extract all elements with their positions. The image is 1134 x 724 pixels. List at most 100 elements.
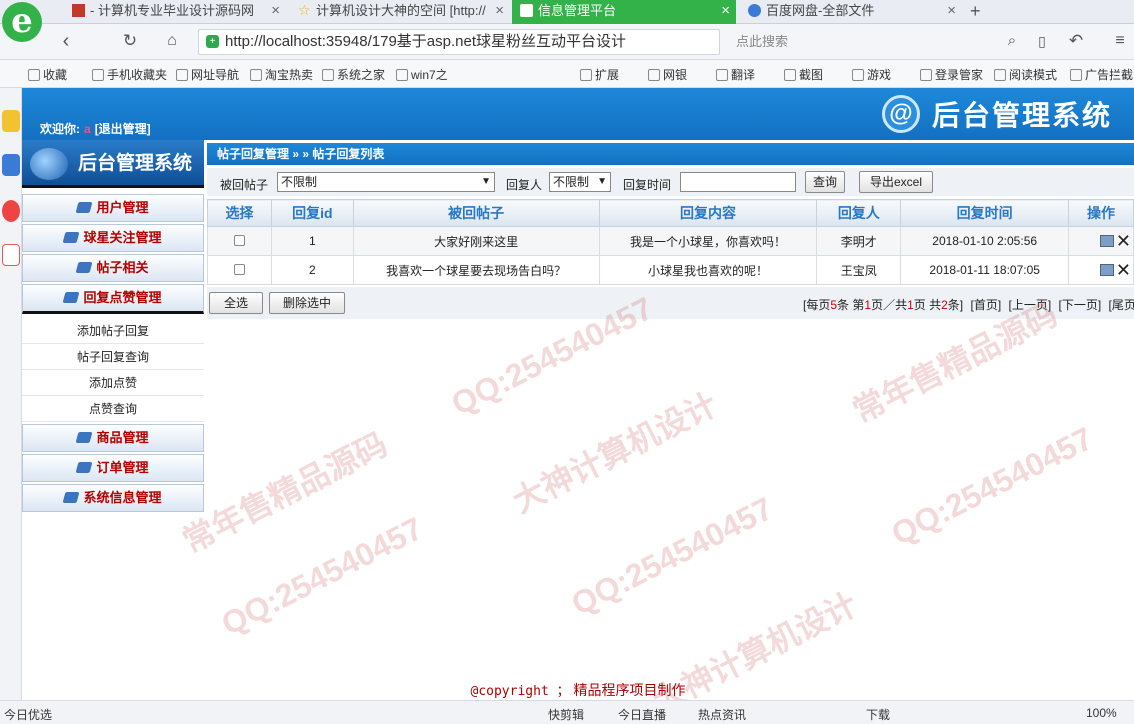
- submenu-like-query[interactable]: 点赞查询: [22, 396, 204, 422]
- menu-orders[interactable]: 订单管理: [22, 454, 204, 482]
- list-icon[interactable]: [2, 154, 20, 176]
- status-live[interactable]: 今日直播: [618, 706, 666, 723]
- undo-icon[interactable]: ↶: [1064, 30, 1088, 54]
- bookmark-xtzj[interactable]: 系统之家: [322, 66, 385, 83]
- tab-3-active[interactable]: 信息管理平台 ×: [512, 0, 736, 24]
- url-input[interactable]: + http://localhost:35948/179基于asp.net球星粉…: [198, 29, 720, 55]
- status-news[interactable]: 热点资讯: [698, 706, 746, 723]
- weibo-icon[interactable]: [2, 200, 20, 222]
- sidebar-brand: 后台管理系统: [22, 140, 204, 188]
- refresh-icon[interactable]: ↻: [118, 30, 142, 54]
- new-tab-button[interactable]: +: [970, 0, 981, 22]
- at-logo-icon: @: [881, 95, 920, 133]
- translate-icon: [716, 69, 728, 81]
- star-icon[interactable]: [2, 110, 20, 132]
- status-download[interactable]: 下载: [866, 706, 890, 723]
- close-icon[interactable]: ×: [947, 0, 956, 22]
- search-icon[interactable]: ⌕: [1000, 30, 1024, 54]
- cell-id: 2: [270, 255, 354, 285]
- delete-selected-button[interactable]: 删除选中: [269, 292, 345, 314]
- submenu-reply-query[interactable]: 帖子回复查询: [22, 344, 204, 370]
- chevron-down-icon: ▼: [597, 176, 607, 187]
- extensions-button[interactable]: 扩展: [580, 66, 619, 83]
- bookmark-favorites[interactable]: 收藏: [28, 66, 67, 83]
- row-select-cell: [207, 226, 272, 256]
- cell-time: 2018-01-10 2:05:56: [900, 226, 1070, 256]
- row-checkbox[interactable]: [233, 264, 245, 275]
- filter-bar: 被回帖子 不限制 ▼ 回复人 不限制 ▼ 回复时间 查询 导出excel: [207, 168, 1134, 196]
- tab-4[interactable]: 百度网盘-全部文件 ×: [740, 0, 962, 24]
- menu-user-management[interactable]: 用户管理: [22, 194, 204, 222]
- cell-id: 1: [270, 226, 354, 256]
- select-all-button[interactable]: 全选: [209, 292, 263, 314]
- row-checkbox[interactable]: [233, 235, 245, 246]
- tab-2[interactable]: ☆ 计算机设计大神的空间 [http:// ×: [290, 0, 510, 24]
- screenshot-button[interactable]: 截图: [784, 66, 823, 83]
- adblock-button[interactable]: 广告拦截: [1070, 66, 1133, 83]
- next-page-link[interactable]: [下一页]: [1059, 298, 1102, 312]
- menu-icon[interactable]: ≡: [1108, 30, 1132, 54]
- post-filter-select[interactable]: 不限制 ▼: [277, 172, 495, 192]
- last-page-link[interactable]: [尾页]: [1109, 298, 1134, 312]
- url-text: http://localhost:35948/179基于asp.net球星粉丝互…: [225, 33, 627, 50]
- edit-icon[interactable]: [1099, 235, 1114, 247]
- status-quick-clip[interactable]: 快剪辑: [548, 706, 584, 723]
- tab-label: - 计算机专业毕业设计源码网: [90, 3, 254, 18]
- edit-icon[interactable]: [1099, 264, 1114, 276]
- mail-icon[interactable]: [2, 244, 20, 266]
- bookmark-nav[interactable]: 网址导航: [176, 66, 239, 83]
- translate-button[interactable]: 翻译: [716, 66, 755, 83]
- zoom-level[interactable]: 100%: [1086, 706, 1117, 720]
- close-icon[interactable]: ×: [721, 0, 730, 22]
- logout-link[interactable]: [退出管理]: [95, 122, 151, 136]
- address-bar: ‹ ↻ ⌂ + http://localhost:35948/179基于asp.…: [0, 24, 1134, 60]
- delete-icon[interactable]: ✕: [1116, 232, 1131, 250]
- menu-star-follow[interactable]: 球星关注管理: [22, 224, 204, 252]
- search-input[interactable]: 点此搜索: [728, 29, 1028, 55]
- scissors-icon: [784, 69, 796, 81]
- bookmark-win7[interactable]: win7之: [396, 66, 448, 83]
- export-excel-button[interactable]: 导出excel: [859, 171, 933, 193]
- page-icon: [396, 69, 408, 81]
- menu-posts[interactable]: 帖子相关: [22, 254, 204, 282]
- prev-page-link[interactable]: [上一页]: [1009, 298, 1052, 312]
- watermark-text: QQ:254540457: [565, 489, 779, 623]
- bank-button[interactable]: 网银: [648, 66, 687, 83]
- device-icon[interactable]: ▯: [1030, 30, 1054, 54]
- submenu-add-like[interactable]: 添加点赞: [22, 370, 204, 396]
- bookmark-taobao[interactable]: 淘宝热卖: [250, 66, 313, 83]
- gamepad-icon: [852, 69, 864, 81]
- menu-icon: [76, 202, 93, 213]
- web-page: 欢迎你: a [退出管理] @ 后台管理系统 后台管理系统 用户管理 球星关注管理 …: [22, 88, 1134, 700]
- delete-icon[interactable]: ✕: [1116, 261, 1131, 279]
- query-button[interactable]: 查询: [805, 171, 845, 193]
- home-icon[interactable]: ⌂: [160, 30, 184, 54]
- menu-reply-like[interactable]: 回复点赞管理: [22, 284, 204, 314]
- welcome-text: 欢迎你: a [退出管理]: [40, 122, 151, 136]
- status-bar: 今日优选 快剪辑 今日直播 热点资讯 下载 100%: [0, 700, 1134, 724]
- submenu-add-reply[interactable]: 添加帖子回复: [22, 318, 204, 344]
- cell-user: 王宝凤: [816, 255, 902, 285]
- close-icon[interactable]: ×: [271, 0, 280, 22]
- close-icon[interactable]: ×: [495, 0, 504, 22]
- replier-filter-select[interactable]: 不限制 ▼: [549, 172, 611, 192]
- reading-mode-button[interactable]: 阅读模式: [994, 66, 1057, 83]
- games-button[interactable]: 游戏: [852, 66, 891, 83]
- time-filter-input[interactable]: [680, 172, 796, 192]
- first-page-link[interactable]: [首页]: [970, 298, 1001, 312]
- page-icon: [250, 69, 262, 81]
- time-filter-label: 回复时间: [623, 178, 672, 192]
- menu-icon: [63, 492, 80, 503]
- shield-icon: [648, 69, 660, 81]
- status-left[interactable]: 今日优选: [4, 706, 52, 723]
- menu-system-info[interactable]: 系统信息管理: [22, 484, 204, 512]
- tab-label: 计算机设计大神的空间 [http://: [316, 3, 486, 18]
- login-manager-button[interactable]: 登录管家: [920, 66, 983, 83]
- back-icon[interactable]: ‹: [54, 30, 78, 54]
- reply-table: 选择 回复id 被回帖子 回复内容 回复人 回复时间 操作 1 大家好刚来这里 …: [207, 199, 1134, 285]
- tab-label: 信息管理平台: [538, 3, 617, 18]
- menu-goods[interactable]: 商品管理: [22, 424, 204, 452]
- tab-1[interactable]: - 计算机专业毕业设计源码网 ×: [64, 0, 286, 24]
- top-banner: 欢迎你: a [退出管理] @ 后台管理系统: [22, 88, 1134, 140]
- bookmark-mobile[interactable]: 手机收藏夹: [92, 66, 167, 83]
